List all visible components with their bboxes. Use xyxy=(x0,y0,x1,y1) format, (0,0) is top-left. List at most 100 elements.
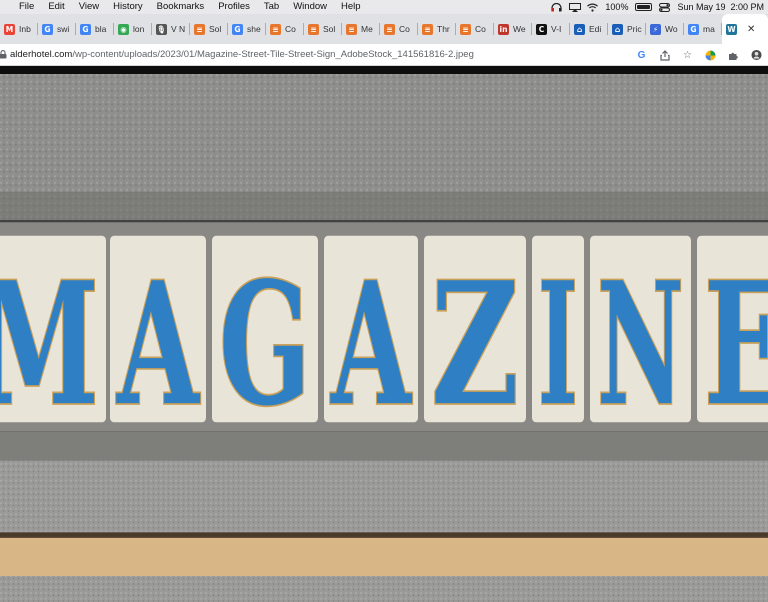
browser-tab[interactable]: ≡ Co xyxy=(456,14,494,44)
google-icon: G xyxy=(232,23,243,35)
tab-title: Wo xyxy=(665,24,678,34)
orange-site-icon: ≡ xyxy=(422,23,433,35)
address-bar[interactable]: alderhotel.com/wp-content/uploads/2023/0… xyxy=(0,44,768,66)
browser-tab[interactable]: Gshe xyxy=(228,14,266,44)
browser-tab[interactable]: ≡ Me xyxy=(342,14,380,44)
sign-letter: Z xyxy=(431,245,519,444)
profile-avatar[interactable] xyxy=(751,49,762,61)
sign-letter: E xyxy=(704,245,768,444)
sign-letter: I xyxy=(538,245,578,444)
chrome-icon: ◉ xyxy=(118,23,129,35)
bookmark-star-icon[interactable]: ☆ xyxy=(682,50,693,61)
control-center-icon[interactable] xyxy=(659,2,671,12)
lock-icon[interactable] xyxy=(0,50,7,59)
menu-file[interactable]: File xyxy=(14,0,34,14)
browser-tab[interactable]: C V-I xyxy=(532,14,570,44)
browser-tab[interactable]: ◉ lon xyxy=(114,14,152,44)
orange-site-icon: ≡ xyxy=(384,23,395,35)
sign-letter: G xyxy=(219,245,311,444)
screen-mirror-icon[interactable] xyxy=(569,2,582,12)
browser-tab[interactable]: Gswi xyxy=(38,14,76,44)
tab-title: Edi xyxy=(589,24,602,34)
tab-title: Co xyxy=(475,24,486,34)
browser-tab[interactable]: ≡ Co xyxy=(266,14,304,44)
tab-title: We xyxy=(513,24,526,34)
tab-title: V-I xyxy=(551,24,562,34)
menu-help[interactable]: Help xyxy=(336,0,361,14)
battery-percent: 100% xyxy=(605,2,629,12)
tab-title: V N xyxy=(171,24,186,34)
sign-letter: N xyxy=(597,245,684,444)
extensions-puzzle-icon[interactable] xyxy=(728,50,739,61)
google-icon: G xyxy=(688,23,699,35)
street-sign-photo: MAGAZINE xyxy=(0,74,768,602)
page-background-strip xyxy=(0,538,768,576)
sign-letter: A xyxy=(116,245,201,444)
headphones-icon[interactable] xyxy=(551,2,563,12)
google-lens-icon[interactable]: G xyxy=(636,50,647,61)
url-host: alderhotel.com xyxy=(10,49,73,60)
tab-title: lon xyxy=(133,24,145,34)
tab-title: Co xyxy=(399,24,410,34)
menu-tab[interactable]: Tab xyxy=(259,0,279,14)
tab-title: she xyxy=(247,24,261,34)
tab-title: Sol xyxy=(323,24,336,34)
browser-tab[interactable]: Gma xyxy=(684,14,722,44)
menu-edit[interactable]: Edit xyxy=(43,0,64,14)
tab-strip: M Inb Gswi Gbla ◉ lon 🎙 V N ≡ Sol Gshe ≡ Co ≡ Sol ≡ Me ≡ C… xyxy=(0,14,768,44)
gmail-icon: M xyxy=(4,23,15,35)
status-area: 100% Sun May 19 2:00 PM xyxy=(551,0,764,14)
menu-profiles[interactable]: Profiles xyxy=(213,0,250,14)
zillow-icon: ⌂ xyxy=(574,23,585,35)
browser-tab[interactable]: ≡ Sol xyxy=(190,14,228,44)
browser-tab[interactable]: Gbla xyxy=(76,14,114,44)
tab-title: Me xyxy=(361,24,373,34)
browser-tab[interactable]: ⌂ Pric xyxy=(608,14,646,44)
share-icon[interactable] xyxy=(659,49,670,61)
browser-tab[interactable]: ≡ Sol xyxy=(304,14,342,44)
tab-title: Sol xyxy=(209,24,222,34)
tab-title: Thr xyxy=(437,24,450,34)
page-content: MAGAZINE xyxy=(0,66,768,602)
browser-tab[interactable]: M Inb xyxy=(0,14,38,44)
browser-tab[interactable]: ≡ Co xyxy=(380,14,418,44)
sign-letter: A xyxy=(330,245,413,444)
tab-close-icon[interactable]: ✕ xyxy=(747,24,755,35)
tab-title: Pric xyxy=(627,24,642,34)
orange-site-icon: ≡ xyxy=(194,23,205,35)
battery-icon[interactable] xyxy=(635,3,653,11)
menu-window[interactable]: Window xyxy=(288,0,327,14)
browser-tab[interactable]: ≡ Thr xyxy=(418,14,456,44)
menu-bar: File Edit View History Bookmarks Profiles Tab W… xyxy=(0,0,768,14)
browser-tab[interactable]: ⌂ Edi xyxy=(570,14,608,44)
menu-history[interactable]: History xyxy=(108,0,143,14)
browser-tab[interactable]: in We xyxy=(494,14,532,44)
clock[interactable]: Sun May 19 2:00 PM xyxy=(677,2,764,12)
zillow-icon: ⌂ xyxy=(612,23,623,35)
tab-title: ma xyxy=(703,24,715,34)
browser-tab[interactable]: W ✕ xyxy=(722,14,768,44)
url-path: /wp-content/uploads/2023/01/Magazine-Str… xyxy=(72,49,474,60)
wordpress-icon: W xyxy=(726,23,737,35)
url-text[interactable]: alderhotel.com/wp-content/uploads/2023/0… xyxy=(10,49,474,60)
bolt-icon: ⚡ xyxy=(650,23,661,35)
extension-color-icon[interactable] xyxy=(705,50,716,61)
google-icon: G xyxy=(42,23,53,35)
sign-letter: M xyxy=(0,245,99,444)
c-site-icon: C xyxy=(536,23,547,35)
orange-site-icon: ≡ xyxy=(308,23,319,35)
browser-tab[interactable]: ⚡ Wo xyxy=(646,14,684,44)
menu-bookmarks[interactable]: Bookmarks xyxy=(152,0,205,14)
tile-row: MAGAZINE xyxy=(0,235,768,445)
menu-items: File Edit View History Bookmarks Profiles Tab W… xyxy=(0,0,370,14)
tab-title: Co xyxy=(285,24,296,34)
orange-site-icon: ≡ xyxy=(270,23,281,35)
orange-site-icon: ≡ xyxy=(346,23,357,35)
tab-title: bla xyxy=(95,24,107,34)
orange-site-icon: ≡ xyxy=(460,23,471,35)
google-icon: G xyxy=(80,23,91,35)
wifi-icon[interactable] xyxy=(587,3,599,12)
browser-tab[interactable]: 🎙 V N xyxy=(152,14,190,44)
menu-view[interactable]: View xyxy=(74,0,99,14)
mic-icon: 🎙 xyxy=(156,23,167,35)
